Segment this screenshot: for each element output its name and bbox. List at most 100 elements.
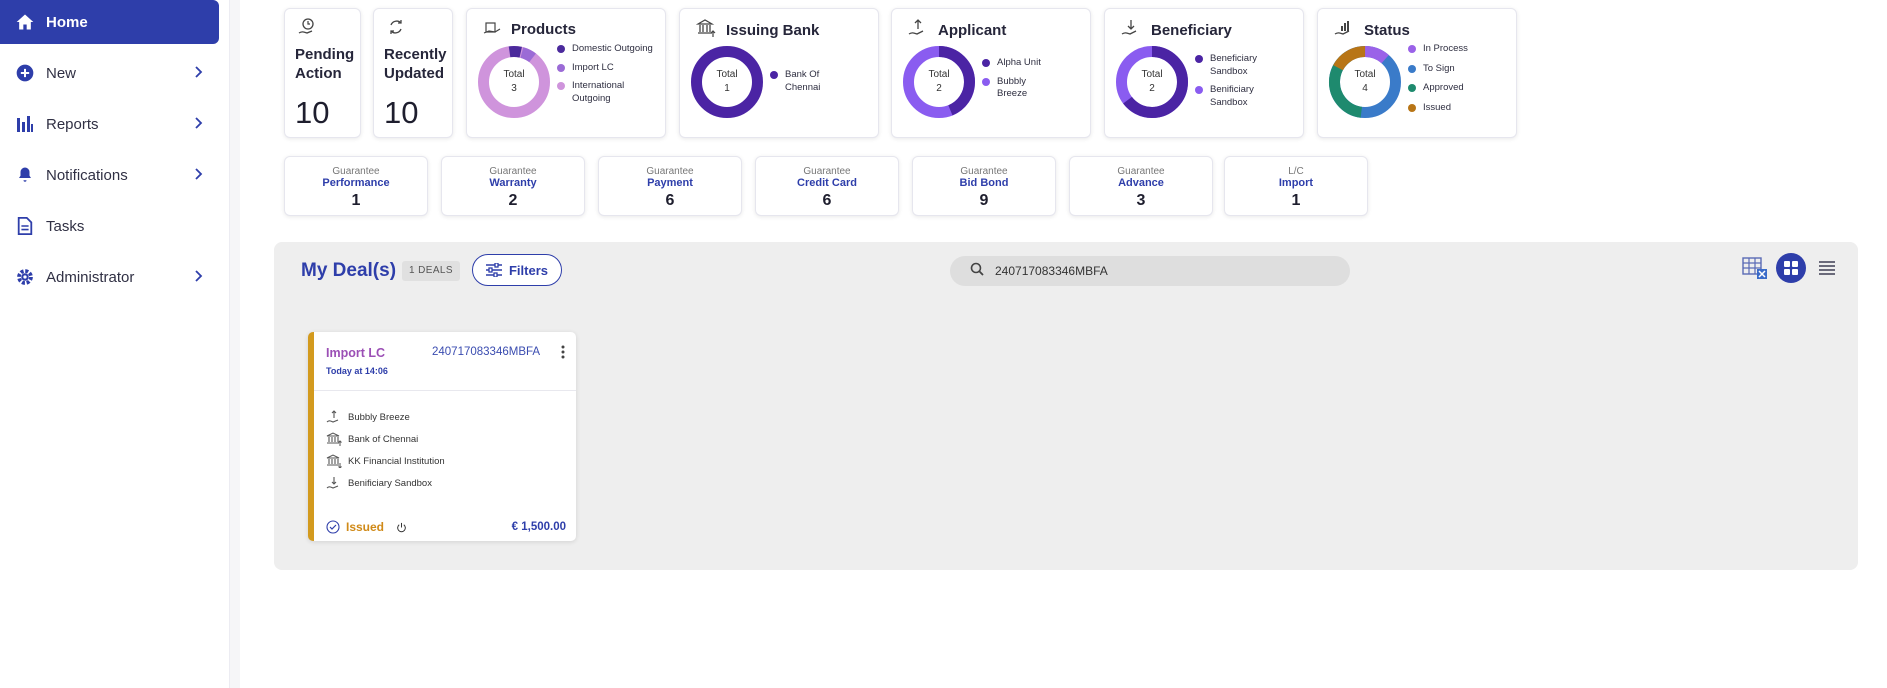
export-excel-button[interactable]	[1740, 253, 1770, 283]
list-view-button[interactable]	[1812, 253, 1842, 283]
issuing-bank-card[interactable]: Issuing Bank Total 1 Bank Of Chennai	[679, 8, 879, 138]
beneficiary-download-icon	[1121, 18, 1141, 43]
issuing-bank-donut: Total 1	[690, 45, 764, 119]
deal-card[interactable]: Import LC 240717083346MBFA Today at 14:0…	[308, 332, 576, 541]
my-deals-panel: My Deal(s) 1 DEALS Filters Import LC 240…	[274, 242, 1858, 570]
filters-button[interactable]: Filters	[472, 254, 562, 286]
guarantee-category: Guarantee	[803, 166, 851, 177]
guarantee-category: L/C	[1288, 166, 1304, 177]
guarantee-count: 2	[508, 192, 518, 209]
search-input[interactable]	[995, 264, 1295, 278]
home-icon	[14, 11, 36, 33]
guarantee-payment-card[interactable]: Guarantee Payment 6	[598, 156, 742, 216]
pending-action-value: 10	[295, 95, 330, 130]
bank-incoming-icon	[326, 454, 342, 468]
deal-applicant: Bubbly Breeze	[348, 411, 410, 423]
deal-status-label: Issued	[346, 520, 385, 534]
guarantee-type: Payment	[647, 177, 693, 189]
applicant-card[interactable]: Applicant Total 2 Alpha Unit Bubbly Breez…	[891, 8, 1091, 138]
status-title: Status	[1364, 22, 1410, 39]
status-card[interactable]: Status Total 4 In Process To Sign Approve…	[1317, 8, 1517, 138]
more-options-icon[interactable]	[560, 344, 566, 360]
divider	[314, 390, 576, 391]
deal-parties: Bubbly Breeze Bank of Chennai KK Financi…	[326, 406, 445, 494]
plus-circle-icon	[14, 62, 36, 84]
view-toggle-group	[1734, 253, 1842, 283]
power-icon[interactable]	[396, 522, 407, 533]
guarantee-bid-bond-card[interactable]: Guarantee Bid Bond 9	[912, 156, 1056, 216]
beneficiary-card[interactable]: Beneficiary Total 2 Beneficiary Sandbox B…	[1104, 8, 1304, 138]
guarantee-type: Warranty	[489, 177, 537, 189]
guarantee-performance-card[interactable]: Guarantee Performance 1	[284, 156, 428, 216]
guarantee-type: Advance	[1118, 177, 1164, 189]
search-box[interactable]	[950, 256, 1350, 286]
deal-amount: € 1,500.00	[511, 521, 566, 533]
legend-item: To Sign	[1408, 63, 1508, 76]
bell-icon	[14, 164, 36, 186]
guarantee-count: 6	[822, 192, 832, 209]
sidebar-item-home[interactable]: Home	[0, 0, 219, 44]
guarantee-category: Guarantee	[646, 166, 694, 177]
guarantee-type: Performance	[322, 177, 390, 189]
legend-item: In Process	[1408, 43, 1508, 56]
pending-action-title: Pending Action	[295, 46, 355, 82]
beneficiary-donut: Total 2	[1115, 45, 1189, 119]
guarantee-advance-card[interactable]: Guarantee Advance 3	[1069, 156, 1213, 216]
issuing-bank-legend: Bank Of Chennai	[770, 69, 870, 100]
deal-beneficiary: Benificiary Sandbox	[348, 477, 432, 489]
pending-action-card[interactable]: Pending Action 10	[284, 8, 361, 138]
sliders-icon	[485, 263, 502, 277]
gear-icon	[14, 266, 36, 288]
beneficiary-title: Beneficiary	[1151, 22, 1232, 39]
main-content: Pending Action 10 Recently Updated 10 Prod…	[240, 0, 1887, 688]
guarantee-count: 6	[665, 192, 675, 209]
guarantee-count: 1	[1291, 192, 1301, 209]
beneficiary-download-icon	[326, 476, 342, 490]
applicant-upload-icon	[908, 18, 928, 43]
sidebar-item-label: Notifications	[46, 166, 128, 184]
guarantee-count: 1	[351, 192, 361, 209]
check-circle-icon	[326, 520, 340, 534]
status-legend: In Process To Sign Approved Issued	[1408, 43, 1508, 121]
lc-import-card[interactable]: L/C Import 1	[1224, 156, 1368, 216]
applicant-title: Applicant	[938, 22, 1007, 39]
legend-item: Domestic Outgoing	[557, 43, 657, 56]
sidebar: Home New Reports Notifications Tasks Adm…	[0, 0, 230, 688]
legend-item: International Outgoing	[557, 80, 657, 105]
sidebar-item-reports[interactable]: Reports	[0, 102, 219, 146]
recently-updated-card[interactable]: Recently Updated 10	[373, 8, 453, 138]
search-icon	[970, 262, 984, 281]
deal-applicant-row: Bubbly Breeze	[326, 406, 445, 428]
deal-issuing-bank: Bank of Chennai	[348, 433, 419, 445]
deal-type: Import LC	[326, 346, 386, 360]
chevron-right-icon	[195, 116, 203, 133]
guarantee-category: Guarantee	[489, 166, 537, 177]
deal-reference[interactable]: 240717083346MBFA	[432, 346, 540, 358]
clock-hand-icon	[297, 17, 317, 42]
legend-item: Import LC	[557, 62, 657, 75]
product-box-icon	[483, 18, 501, 41]
legend-item: Beneficiary Sandbox	[1195, 53, 1295, 78]
sidebar-item-tasks[interactable]: Tasks	[0, 204, 219, 248]
products-card[interactable]: Products Total 3 Domestic Outgoing Import…	[466, 8, 666, 138]
status-donut: Total 4	[1328, 45, 1402, 119]
guarantee-category: Guarantee	[960, 166, 1008, 177]
sidebar-item-administrator[interactable]: Administrator	[0, 255, 219, 299]
sidebar-item-label: New	[46, 64, 77, 82]
guarantee-credit-card-card[interactable]: Guarantee Credit Card 6	[755, 156, 899, 216]
grid-view-button[interactable]	[1776, 253, 1806, 283]
products-legend: Domestic Outgoing Import LC Internationa…	[557, 43, 657, 111]
deal-issuing-bank-row: Bank of Chennai	[326, 428, 445, 450]
sidebar-item-notifications[interactable]: Notifications	[0, 153, 219, 197]
issuing-bank-title: Issuing Bank	[726, 22, 820, 39]
document-icon	[14, 215, 36, 237]
sidebar-item-new[interactable]: New	[0, 51, 219, 95]
bank-icon	[326, 432, 342, 446]
guarantee-warranty-card[interactable]: Guarantee Warranty 2	[441, 156, 585, 216]
sidebar-item-label: Tasks	[46, 217, 85, 235]
applicant-legend: Alpha Unit Bubbly Breeze	[982, 57, 1082, 107]
legend-item: Approved	[1408, 82, 1508, 95]
sidebar-item-label: Home	[46, 13, 88, 31]
applicant-donut: Total 2	[902, 45, 976, 119]
status-chart-icon	[1334, 18, 1354, 43]
